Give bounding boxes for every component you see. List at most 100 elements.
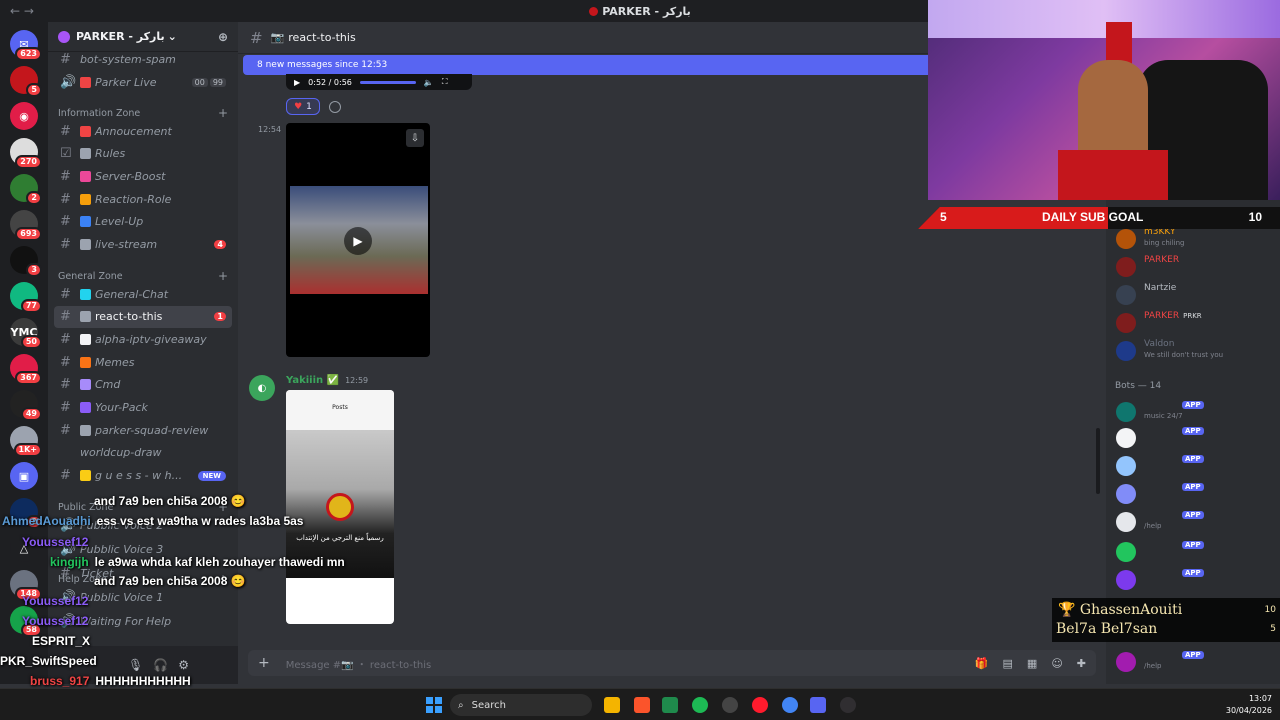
hash-icon: # <box>60 377 71 393</box>
unread-badge: 3 <box>26 263 42 277</box>
channel-your-pack[interactable]: # Your-Pack <box>54 397 232 419</box>
bot-item[interactable]: APP <box>1116 568 1276 592</box>
app-badge: APP <box>1182 401 1204 409</box>
gif-icon[interactable]: ▤ <box>1003 657 1013 670</box>
unread-badge: 49 <box>20 407 42 421</box>
bot-item[interactable]: APP <box>1116 454 1276 478</box>
server-icon[interactable]: 270 <box>10 138 42 169</box>
channel-cmd[interactable]: # Cmd <box>54 374 232 396</box>
member-item[interactable]: PARKER PRKR <box>1116 311 1276 335</box>
microphone-icon[interactable]: 🎙 <box>128 658 143 672</box>
play-icon[interactable]: ▶ <box>344 227 372 255</box>
category-header[interactable]: General Zone + <box>58 269 228 283</box>
message-composer[interactable]: + Message #📷 ・ react-to-this 🎁 ▤ ▦ ☺ ✚ <box>248 650 1096 676</box>
system-clock[interactable]: 13:07 30/04/2026 <box>1226 693 1272 717</box>
apps-icon[interactable]: ✚ <box>1077 657 1086 670</box>
headphones-icon[interactable]: 🎧 <box>153 658 168 672</box>
server-icon[interactable]: 77 <box>10 282 42 313</box>
obs-icon[interactable] <box>840 697 856 713</box>
speed-icon[interactable] <box>722 697 738 713</box>
channel-worldcup-draw[interactable]: worldcup-draw <box>54 442 232 464</box>
member-item[interactable]: Valdon We still don't trust you <box>1116 339 1276 363</box>
add-channel-icon[interactable]: + <box>218 269 228 283</box>
hash-icon: # <box>60 331 71 347</box>
chat-username: ESPRIT_X <box>32 634 91 648</box>
emoji-icon[interactable]: ☺ <box>1051 657 1062 670</box>
spotify-icon[interactable] <box>692 697 708 713</box>
brave-browser-icon[interactable] <box>634 697 650 713</box>
chat-username: Youussef12 <box>22 614 89 628</box>
bot-tag: APP <box>1178 426 1204 436</box>
server-icon[interactable]: 49 <box>10 390 42 421</box>
server-icon[interactable]: 367 <box>10 354 42 385</box>
channel-g-u-e-s-s-w-h-[interactable]: # g u e s s - w h... NEW <box>54 465 232 487</box>
sticker-icon[interactable]: ▦ <box>1027 657 1037 670</box>
server-icon[interactable]: ◉ <box>10 102 38 130</box>
member-item[interactable]: m3KKY bing chiling <box>1116 227 1276 251</box>
message-input[interactable]: Message #📷 ・ react-to-this <box>286 656 431 671</box>
channel-alpha-iptv-giveaway[interactable]: # alpha-iptv-giveaway <box>54 328 232 350</box>
seek-bar[interactable] <box>359 80 416 84</box>
message-author[interactable]: Yakiiin ✅ 12:59 <box>286 375 368 386</box>
server-icon[interactable]: 1K+ <box>10 426 42 457</box>
server-icon[interactable]: 2 <box>10 174 42 205</box>
channel-server-boost[interactable]: # Server-Boost <box>54 165 232 187</box>
server-icon[interactable]: ▣ <box>10 462 38 490</box>
server-icon[interactable]: 3 <box>10 246 42 277</box>
hash-icon: # <box>60 400 71 415</box>
avatar[interactable]: ◐ <box>249 375 275 401</box>
volume-icon[interactable]: 🔈 <box>424 78 434 87</box>
video-player-controls[interactable]: ▶ 0:52 / 0:56 🔈 ⛶ <box>286 74 472 90</box>
bot-item[interactable]: APP/help <box>1116 510 1276 534</box>
image-attachment[interactable]: Posts رسمياً منع الترجي من الإنتداب <box>286 390 394 624</box>
channel-general-chat[interactable]: # General-Chat <box>54 283 232 305</box>
download-icon[interactable]: ⇩ <box>406 129 424 147</box>
bot-item[interactable]: APP/help <box>1116 650 1276 674</box>
channel-label: Cmd <box>95 378 121 392</box>
verified-icon: ✅ <box>326 375 340 386</box>
discord-icon[interactable] <box>810 697 826 713</box>
channel-level-up[interactable]: # Level-Up <box>54 211 232 233</box>
new-messages-banner[interactable]: 8 new messages since 12:53 <box>243 55 928 75</box>
channel-memes[interactable]: # Memes <box>54 351 232 373</box>
video-attachment[interactable]: ▶ ⇩ <box>286 123 430 357</box>
channel-live-stream[interactable]: # live-stream 4 <box>54 234 232 256</box>
scrollbar[interactable] <box>1096 428 1100 494</box>
channel-rules[interactable]: ☑ Rules <box>54 143 232 165</box>
category-header[interactable]: Information Zone + <box>58 106 228 120</box>
voice-count: 00 <box>191 77 208 87</box>
taskbar-search[interactable]: ⌕ Search <box>450 694 592 716</box>
channel-annoucement[interactable]: # Annoucement <box>54 120 232 142</box>
bot-item[interactable]: APP <box>1116 482 1276 506</box>
server-icon[interactable]: ✉ 623 <box>10 30 42 61</box>
bot-item[interactable]: APP music 24/7 <box>1116 400 1276 424</box>
channel-label: live-stream <box>95 238 158 251</box>
channel-label: bot-system-spam <box>80 52 176 66</box>
heart-reaction[interactable]: ♥ 1 <box>286 98 320 115</box>
member-item[interactable]: Nartzie <box>1116 283 1276 307</box>
gear-icon[interactable]: ⚙ <box>178 658 189 672</box>
channel-parker-live[interactable]: 🔊 Parker Live 00 99 <box>54 71 232 93</box>
gift-icon[interactable]: 🎁 <box>975 657 989 670</box>
server-icon[interactable]: 693 <box>10 210 42 241</box>
opera-icon[interactable] <box>752 697 768 713</box>
server-icon[interactable]: 5 <box>10 66 42 97</box>
file-explorer-icon[interactable] <box>604 697 620 713</box>
bot-item[interactable]: APP <box>1116 426 1276 450</box>
play-icon[interactable]: ▶ <box>294 78 300 87</box>
channel-bot-system-spam[interactable]: # bot-system-spam <box>54 48 232 70</box>
server-icon[interactable]: YMC 50 <box>10 318 42 349</box>
chrome-icon[interactable] <box>782 697 798 713</box>
windows-start-icon[interactable] <box>426 697 442 713</box>
bot-item[interactable]: APP <box>1116 540 1276 564</box>
channel-parker-squad-review[interactable]: # parker-squad-review <box>54 419 232 441</box>
add-attachment-icon[interactable]: + <box>258 655 270 671</box>
terminal-icon[interactable] <box>662 697 678 713</box>
channel-react-to-this[interactable]: # react-to-this 1 <box>54 305 232 328</box>
channel-reaction-role[interactable]: # Reaction-Role <box>54 188 232 210</box>
add-reaction-icon[interactable] <box>329 101 341 113</box>
person-add-icon[interactable]: ⊕ <box>218 30 228 44</box>
member-item[interactable]: PARKER <box>1116 255 1276 279</box>
add-channel-icon[interactable]: + <box>218 106 228 120</box>
fullscreen-icon[interactable]: ⛶ <box>442 77 448 87</box>
